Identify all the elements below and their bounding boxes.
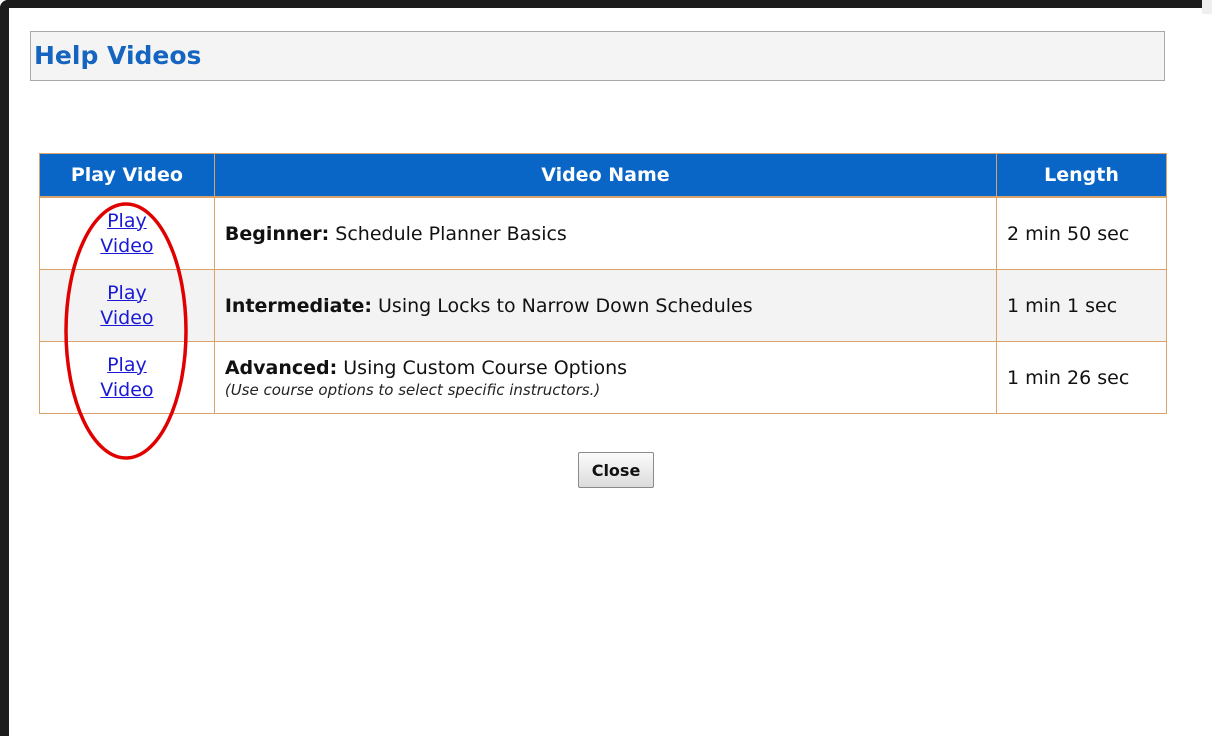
play-video-cell: Play Video xyxy=(39,269,215,342)
video-title: Schedule Planner Basics xyxy=(329,222,567,245)
play-link-line: Video xyxy=(100,378,154,401)
play-video-cell: Play Video xyxy=(39,196,215,270)
video-level: Intermediate: xyxy=(224,294,372,317)
column-header-length: Length xyxy=(996,153,1167,198)
video-level: Beginner: xyxy=(224,222,330,245)
table-row: Play Video Beginner: Schedule Planner Bas… xyxy=(39,196,1167,270)
play-video-link-intermediate[interactable]: Play Video xyxy=(100,281,153,331)
video-name-cell: Beginner: Schedule Planner Basics xyxy=(213,196,998,270)
video-name-cell: Intermediate: Using Locks to Narrow Down… xyxy=(213,269,998,342)
dialog-title-bar: Help Videos xyxy=(30,31,1165,81)
play-link-line: Video xyxy=(100,306,154,329)
video-name-cell: Advanced: Using Custom Course Options (U… xyxy=(213,341,998,414)
close-button[interactable]: Close xyxy=(578,452,654,488)
play-link-line: Play xyxy=(107,209,147,232)
play-link-line: Play xyxy=(107,353,147,376)
video-level: Advanced: xyxy=(224,356,338,379)
play-video-cell: Play Video xyxy=(39,341,215,414)
window-corner xyxy=(1202,0,1212,14)
play-video-link-beginner[interactable]: Play Video xyxy=(100,209,153,259)
dialog-title: Help Videos xyxy=(34,41,202,70)
play-link-line: Video xyxy=(100,234,154,257)
column-header-play-video: Play Video xyxy=(39,153,215,198)
video-length: 1 min 1 sec xyxy=(996,269,1167,342)
table-row: Play Video Intermediate: Using Locks to N… xyxy=(39,269,1167,342)
video-note: (Use course options to select specific i… xyxy=(224,380,601,399)
table-header-row: Play Video Video Name Length xyxy=(39,153,1167,198)
video-length: 1 min 26 sec xyxy=(996,341,1167,414)
video-length: 2 min 50 sec xyxy=(996,196,1167,270)
video-title: Using Custom Course Options xyxy=(337,356,628,379)
column-header-video-name: Video Name xyxy=(213,153,998,198)
video-title: Using Locks to Narrow Down Schedules xyxy=(371,294,753,317)
play-link-line: Play xyxy=(107,281,147,304)
table-row: Play Video Advanced: Using Custom Course … xyxy=(39,341,1167,414)
play-video-link-advanced[interactable]: Play Video xyxy=(100,353,153,403)
help-videos-table: Play Video Video Name Length Play Video B… xyxy=(39,153,1167,414)
